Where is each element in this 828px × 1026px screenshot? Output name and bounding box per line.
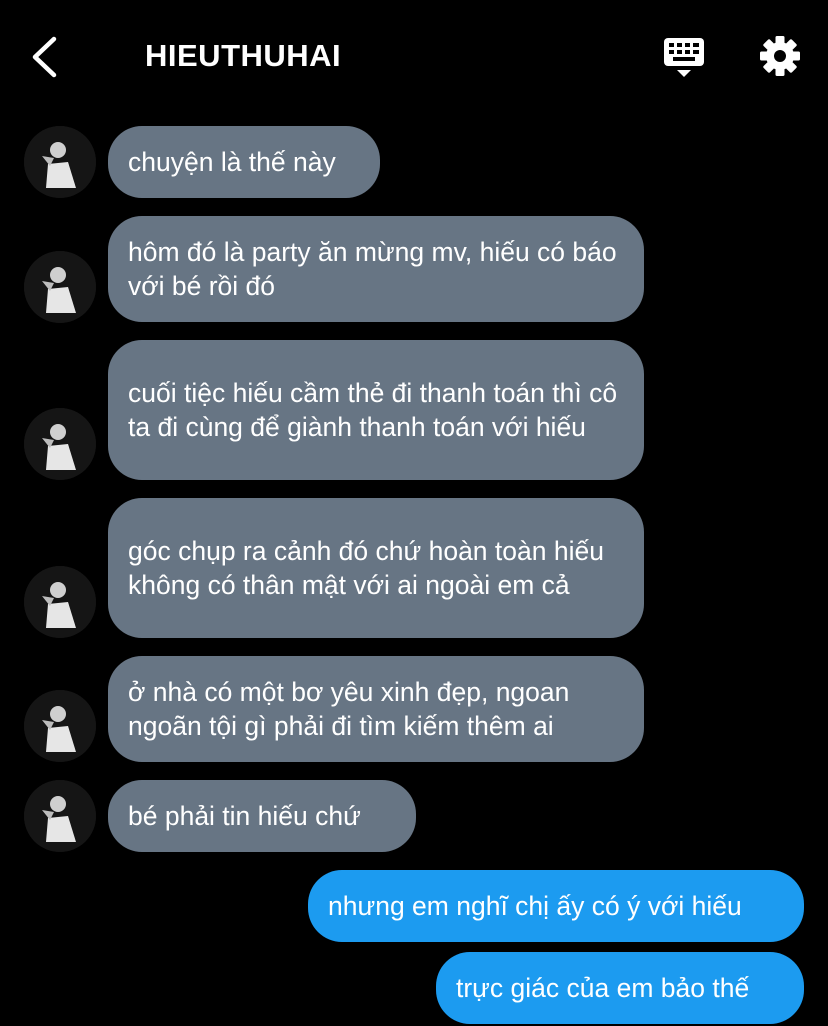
avatar[interactable] <box>24 126 96 198</box>
outgoing-message-bubble[interactable]: trực giác của em bảo thế <box>436 952 804 1024</box>
incoming-message-bubble[interactable]: ở nhà có một bơ yêu xinh đẹp, ngoan ngoã… <box>108 656 644 762</box>
avatar-photo <box>24 126 96 198</box>
incoming-message-bubble[interactable]: góc chụp ra cảnh đó chứ hoàn toàn hiếu k… <box>108 498 644 638</box>
avatar[interactable] <box>24 566 96 638</box>
incoming-message-bubble[interactable]: cuối tiệc hiếu cầm thẻ đi thanh toán thì… <box>108 340 644 480</box>
avatar-photo <box>24 408 96 480</box>
avatar[interactable] <box>24 690 96 762</box>
avatar-photo <box>24 566 96 638</box>
incoming-message-bubble[interactable]: chuyện là thế này <box>108 126 380 198</box>
avatar-photo <box>24 780 96 852</box>
message-list: chuyện là thế này hôm đó là party ăn mừn… <box>0 0 828 1026</box>
avatar[interactable] <box>24 408 96 480</box>
avatar[interactable] <box>24 780 96 852</box>
avatar-photo <box>24 251 96 323</box>
incoming-message-bubble[interactable]: hôm đó là party ăn mừng mv, hiếu có báo … <box>108 216 644 322</box>
avatar[interactable] <box>24 251 96 323</box>
outgoing-message-bubble[interactable]: nhưng em nghĩ chị ấy có ý với hiếu <box>308 870 804 942</box>
incoming-message-bubble[interactable]: bé phải tin hiếu chứ <box>108 780 416 852</box>
avatar-photo <box>24 690 96 762</box>
